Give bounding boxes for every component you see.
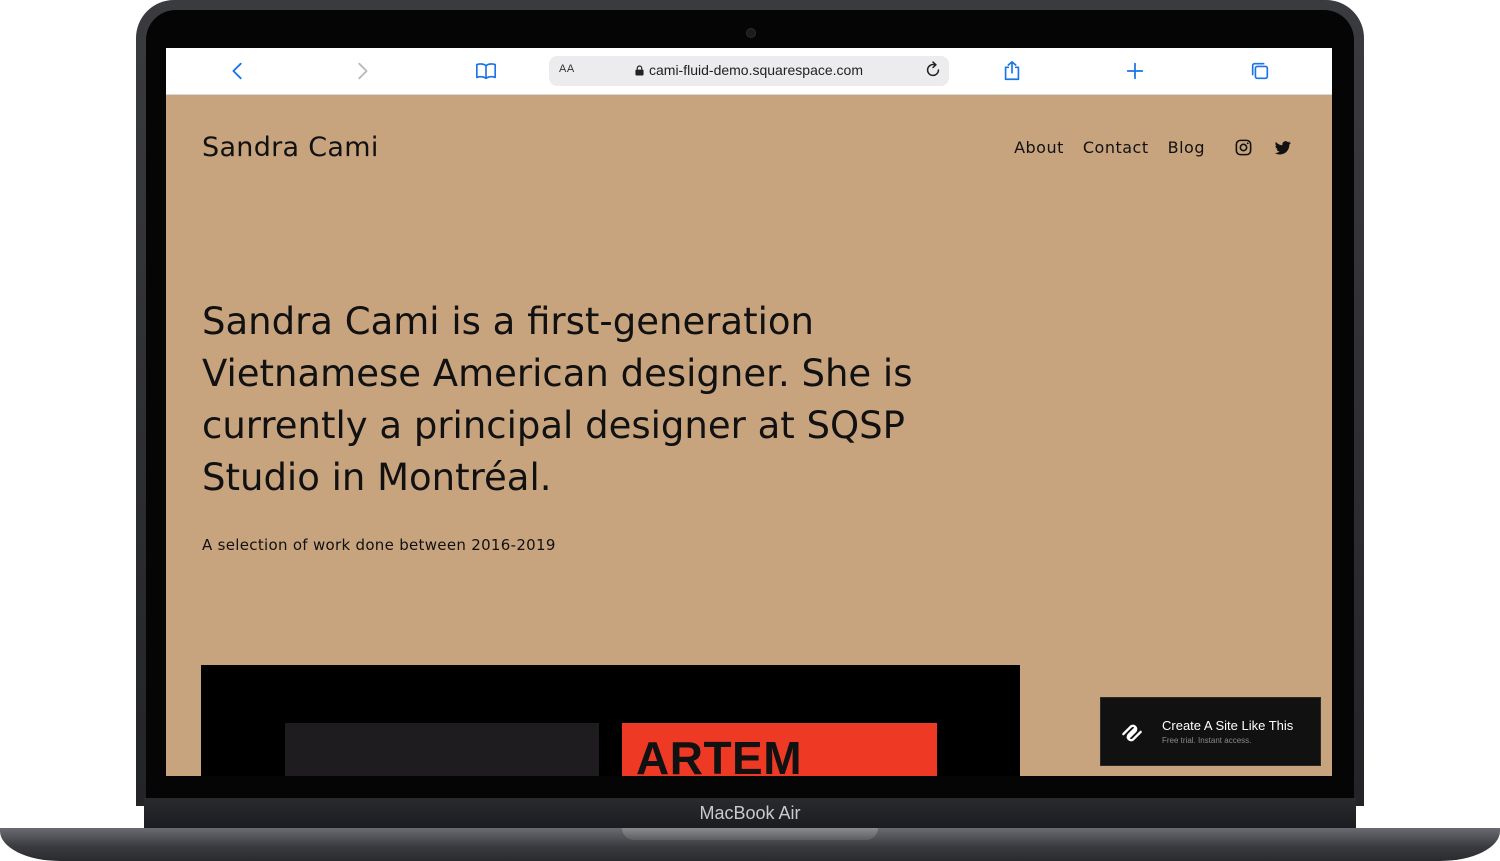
- share-icon[interactable]: [999, 58, 1025, 84]
- tabs-icon[interactable]: [1247, 58, 1273, 84]
- device-model-label: MacBook Air: [699, 803, 801, 823]
- bookmarks-icon[interactable]: [473, 58, 499, 84]
- badge-title: Create A Site Like This: [1162, 718, 1294, 733]
- address-bar[interactable]: AA cami-fluid-demo.squarespace.com: [549, 56, 949, 86]
- gallery-thumb-2-text: ARTEM: [636, 732, 803, 776]
- nav-link-blog[interactable]: Blog: [1168, 138, 1205, 157]
- url-text: cami-fluid-demo.squarespace.com: [649, 62, 863, 78]
- url-display: cami-fluid-demo.squarespace.com: [635, 62, 863, 78]
- hero-headline: Sandra Cami is a first-generation Vietna…: [202, 300, 913, 499]
- camera-icon: [746, 28, 756, 38]
- reload-icon[interactable]: [923, 60, 943, 80]
- badge-subtitle: Free trial. Instant access.: [1162, 736, 1252, 745]
- squarespace-logo-icon: [1122, 724, 1142, 742]
- gallery-section: ARTEM: [201, 665, 1020, 776]
- new-tab-icon[interactable]: [1122, 58, 1148, 84]
- browser-screen: AA cami-fluid-demo.squarespace.com Sandr: [166, 48, 1332, 776]
- text-size-button[interactable]: AA: [559, 63, 575, 75]
- lock-icon: [635, 64, 644, 75]
- instagram-icon[interactable]: [1234, 138, 1253, 157]
- laptop-base-notch: [622, 828, 878, 840]
- social-links: [1234, 138, 1292, 157]
- nav-link-about[interactable]: About: [1014, 138, 1064, 157]
- twitter-icon[interactable]: [1273, 138, 1292, 157]
- gallery-thumb-1[interactable]: [285, 723, 599, 776]
- back-icon[interactable]: [225, 58, 251, 84]
- site-nav: About Contact Blog: [1014, 138, 1292, 157]
- nav-link-contact[interactable]: Contact: [1083, 138, 1149, 157]
- forward-icon[interactable]: [349, 58, 375, 84]
- browser-toolbar: AA cami-fluid-demo.squarespace.com: [166, 48, 1332, 95]
- gallery-thumb-2[interactable]: ARTEM: [622, 723, 937, 776]
- hero-subline: A selection of work done between 2016-20…: [202, 536, 556, 554]
- create-site-badge[interactable]: Create A Site Like This Free trial. Inst…: [1100, 697, 1321, 766]
- laptop-hinge: MacBook Air: [144, 798, 1356, 828]
- site-title[interactable]: Sandra Cami: [202, 132, 379, 163]
